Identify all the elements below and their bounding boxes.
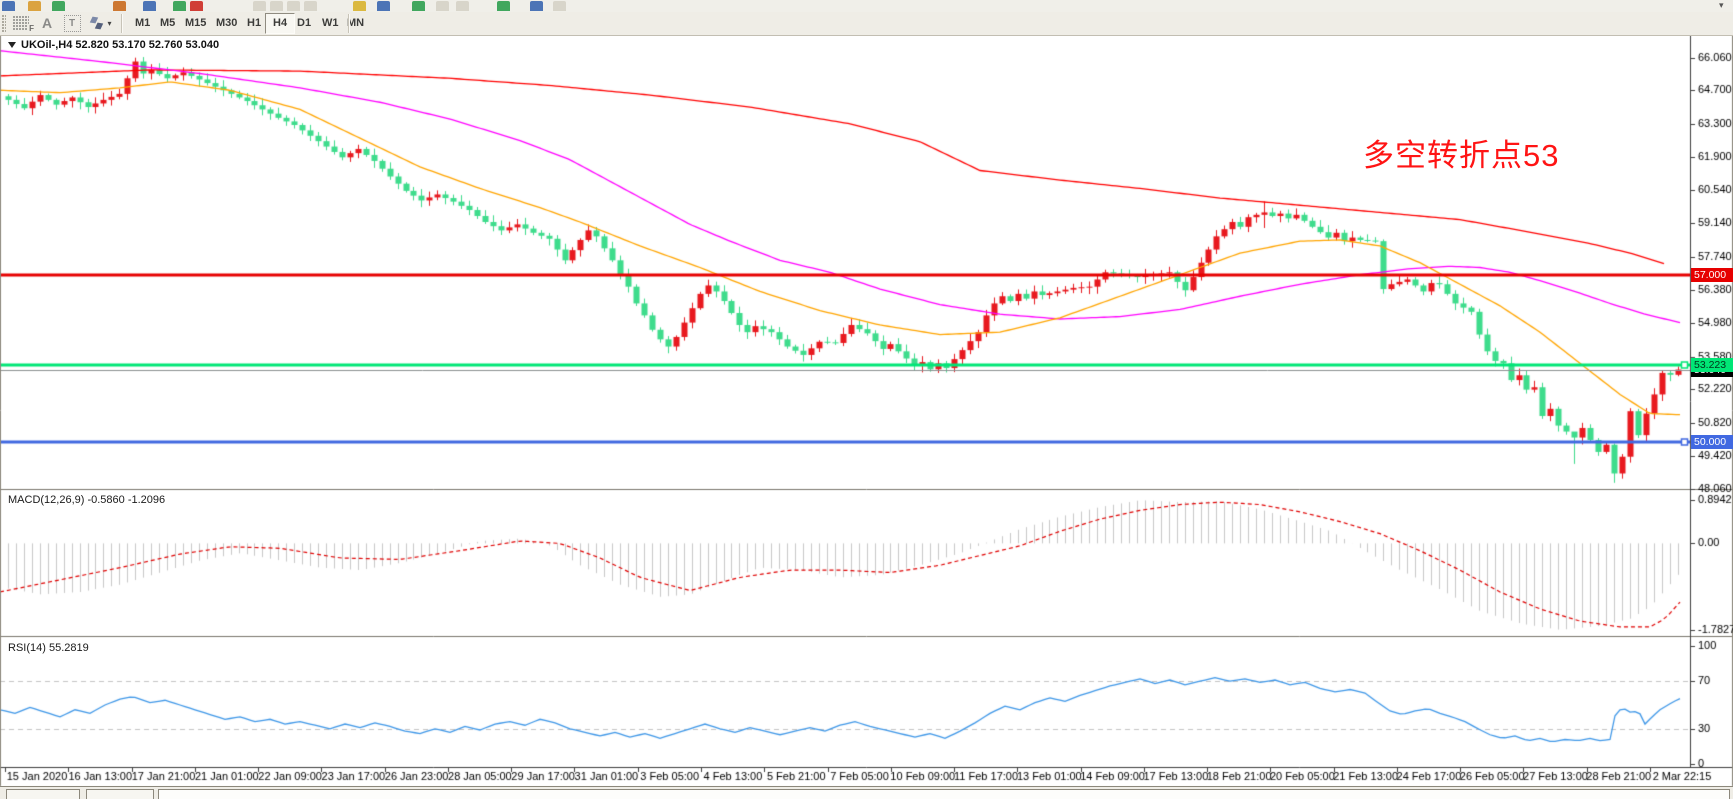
chart-canvas[interactable] <box>0 0 1733 799</box>
toolbar-icon-partial[interactable] <box>530 1 543 11</box>
toolbar-separator <box>348 14 350 33</box>
toolbar-icon-partial[interactable] <box>287 1 300 11</box>
toolbar-icon-partial[interactable] <box>113 1 126 11</box>
toolbar-icon-partial[interactable] <box>497 1 510 11</box>
toolbar-icon-partial[interactable] <box>304 1 317 11</box>
toolbar-icon-partial[interactable] <box>173 1 186 11</box>
chart-title: UKOil-,H4 52.820 53.170 52.760 53.040 <box>21 39 219 51</box>
toolbar-icon-partial[interactable] <box>353 1 366 11</box>
rsi-label: RSI(14) 55.2819 <box>8 642 89 654</box>
symbol-dropdown-icon[interactable] <box>8 42 16 48</box>
price-badge-53223: 53.223 <box>1691 358 1733 372</box>
toolbar-icon-partial[interactable] <box>270 1 283 11</box>
toolbar-icon-partial[interactable] <box>2 1 15 11</box>
toolbar-icon-partial[interactable] <box>253 1 266 11</box>
chart-toolbar: F A T ▾ M1M5M15M30H1H4D1W1MN <box>0 12 1733 36</box>
toolbar-grip-icon[interactable] <box>2 15 6 32</box>
toolbar-icon-partial[interactable] <box>28 1 41 11</box>
toolbar-icon-partial[interactable] <box>52 1 65 11</box>
grid-template-icon: F <box>13 16 29 30</box>
shapes-icon <box>90 16 104 30</box>
chart-tab[interactable] <box>6 789 80 799</box>
annotation-text[interactable]: 多空转折点53 <box>1363 130 1559 175</box>
macd-label: MACD(12,26,9) -0.5860 -1.2096 <box>8 494 165 506</box>
cursor-a-button[interactable]: A <box>36 13 58 33</box>
toolbar-icon-partial[interactable] <box>190 1 203 11</box>
toolbar-icon-partial[interactable] <box>456 1 469 11</box>
timeframe-button-d1[interactable]: D1 <box>290 13 318 34</box>
chart-tab[interactable] <box>86 789 154 799</box>
timeframe-button-mn[interactable]: MN <box>340 13 371 34</box>
toolbar-icon-partial[interactable] <box>377 1 390 11</box>
toolbar-icon-partial[interactable] <box>412 1 425 11</box>
toolbar-icon-partial[interactable] <box>143 1 156 11</box>
shapes-button[interactable]: ▾ <box>86 13 116 33</box>
grid-template-button[interactable]: F <box>8 13 34 33</box>
timeframe-button-h1[interactable]: H1 <box>240 13 268 34</box>
chart-tab-area[interactable] <box>158 789 1730 799</box>
toolbar-separator <box>121 14 123 33</box>
price-badge-57: 57.000 <box>1691 268 1733 282</box>
toolbar-overflow-icon[interactable]: ▾ <box>1719 0 1727 10</box>
text-label-icon: T <box>64 15 81 32</box>
chart-title-row: UKOil-,H4 52.820 53.170 52.760 53.040 <box>8 39 219 51</box>
chevron-down-icon: ▾ <box>107 19 111 28</box>
text-label-button[interactable]: T <box>60 13 84 33</box>
chart-tabs-strip <box>0 786 1733 799</box>
price-badge-50: 50.000 <box>1691 435 1733 449</box>
cursor-a-icon: A <box>42 15 52 31</box>
mt4-window: ▾ F A T ▾ M1M5M15M30H1H4D1W1MN UKOil-,H4… <box>0 0 1733 799</box>
toolbar-icon-partial[interactable] <box>553 1 566 11</box>
toolbar-icon-partial[interactable] <box>436 1 449 11</box>
